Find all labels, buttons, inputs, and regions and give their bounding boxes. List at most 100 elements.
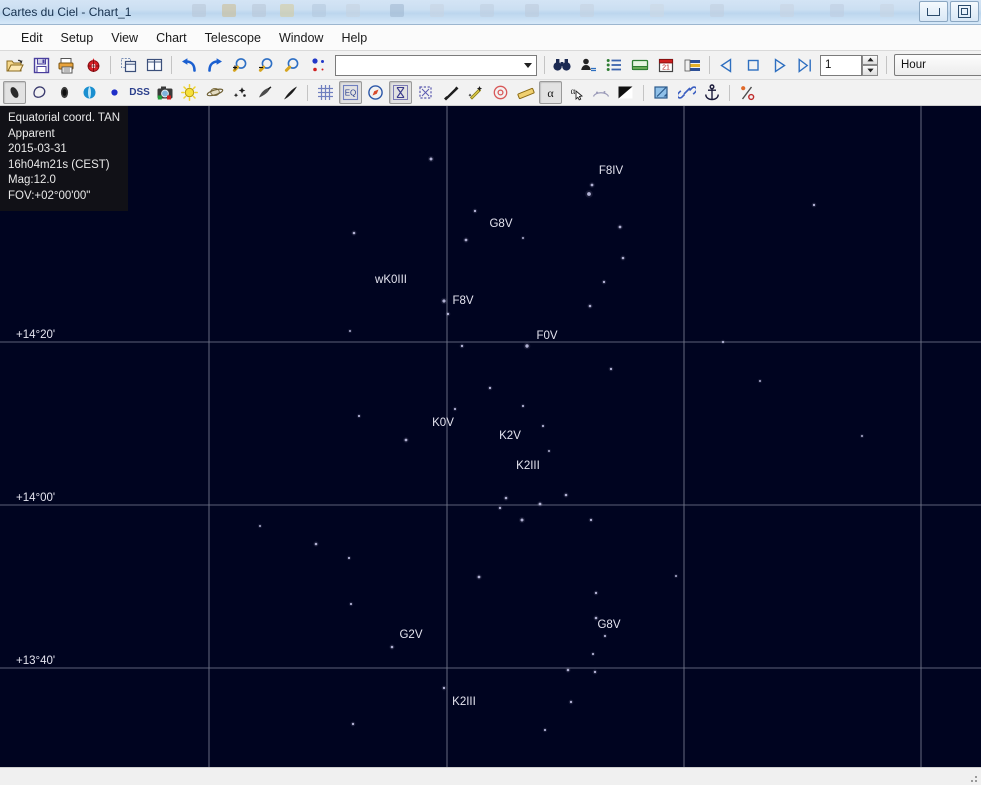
photo-overlay-button[interactable] (153, 81, 176, 104)
coord-label-button[interactable]: α (539, 81, 562, 104)
sky-chart-canvas[interactable]: +14°20'+14°00'+13°40'1h12m1h10m1h08m1h06… (0, 106, 981, 767)
sun-button[interactable] (178, 81, 201, 104)
save-chart-button[interactable] (29, 53, 53, 77)
star-dot (460, 344, 464, 348)
print-chart-button[interactable] (55, 53, 79, 77)
spinner-up-icon[interactable] (862, 54, 878, 65)
star-dot (618, 225, 622, 229)
zoom-default-button[interactable] (281, 53, 305, 77)
compass-button[interactable] (364, 81, 387, 104)
star-dot (357, 414, 361, 418)
percent-tool-button[interactable] (736, 81, 759, 104)
copy-image-button[interactable] (650, 81, 673, 104)
constellation-boundary-button[interactable] (414, 81, 437, 104)
star-label[interactable]: K2V (499, 430, 521, 442)
menu-item-edit[interactable]: Edit (12, 28, 52, 48)
spinner-down-icon[interactable] (862, 65, 878, 76)
link-chart-button[interactable] (675, 81, 698, 104)
menu-item-chart[interactable]: Chart (147, 28, 196, 48)
anchor-chart-button[interactable] (700, 81, 723, 104)
night-mode-button[interactable] (614, 81, 637, 104)
star-marker (348, 601, 354, 607)
measure-button[interactable] (514, 81, 537, 104)
saturn-button[interactable] (203, 81, 226, 104)
status-bar (0, 767, 981, 785)
star-marker (565, 667, 571, 673)
milky-way-button[interactable] (278, 81, 301, 104)
dss-image-button[interactable]: DSS (128, 81, 151, 104)
step-forward-button[interactable] (767, 53, 791, 77)
zoom-in-button[interactable] (229, 53, 253, 77)
star-label[interactable]: K2III (452, 696, 476, 708)
title-ghost-icon (346, 4, 360, 17)
time-unit-select[interactable]: Hour (894, 54, 981, 76)
star-marker (313, 541, 319, 547)
show-asteroids-button[interactable] (103, 81, 126, 104)
view-toolbar: DSS EQ α α (0, 80, 981, 106)
detail-list-button[interactable] (602, 53, 626, 77)
menu-item-setup[interactable]: Setup (52, 28, 103, 48)
show-stars-button[interactable] (3, 81, 26, 104)
show-planets-button[interactable] (78, 81, 101, 104)
equatorial-grid-button[interactable]: EQ (339, 81, 362, 104)
star-dot (566, 668, 570, 672)
star-marker (608, 366, 614, 372)
magnitude-limit-button[interactable] (307, 53, 331, 77)
star-dot (521, 404, 525, 408)
redo-button[interactable] (203, 53, 227, 77)
target-circle-button[interactable] (489, 81, 512, 104)
star-marker (389, 644, 395, 650)
tile-windows-button[interactable] (142, 53, 166, 77)
date-time-button[interactable]: 21 (654, 53, 678, 77)
undo-button[interactable] (177, 53, 201, 77)
object-list-button[interactable] (576, 53, 600, 77)
object-search-combo[interactable] (335, 54, 537, 76)
star-label[interactable]: G8V (489, 218, 512, 230)
step-back-button[interactable] (715, 53, 739, 77)
menu-item-window[interactable]: Window (270, 28, 332, 48)
star-label[interactable]: G8V (597, 619, 620, 631)
menu-item-view[interactable]: View (102, 28, 147, 48)
stop-time-button[interactable] (741, 53, 765, 77)
coord-pick-button[interactable]: α (564, 81, 587, 104)
star-label[interactable]: G2V (399, 629, 422, 641)
star-label[interactable]: K2III (516, 460, 540, 472)
horizon-view-button[interactable] (628, 53, 652, 77)
star-label[interactable]: F0V (536, 330, 557, 342)
resize-grip-icon[interactable] (966, 771, 979, 784)
star-dot (473, 209, 477, 213)
title-ghost-icon (650, 4, 664, 17)
show-galaxies-button[interactable] (53, 81, 76, 104)
svg-text:EQ: EQ (345, 89, 357, 98)
time-step-spinner[interactable] (862, 54, 878, 76)
menu-item-help[interactable]: Help (332, 28, 376, 48)
show-nebulae-button[interactable] (28, 81, 51, 104)
grid-button[interactable] (314, 81, 337, 104)
star-label[interactable]: wK0III (374, 274, 407, 286)
restore-button[interactable] (950, 1, 979, 22)
horizon-line-button[interactable] (589, 81, 612, 104)
comet-tail-button[interactable] (253, 81, 276, 104)
catalog-button[interactable] (680, 53, 704, 77)
toolbar-separator (709, 56, 710, 74)
ecliptic-button[interactable] (439, 81, 462, 104)
star-label[interactable]: K0V (432, 417, 454, 429)
new-window-button[interactable] (116, 53, 140, 77)
star-label[interactable]: F8V (452, 295, 473, 307)
setup-chart-button[interactable] (81, 53, 105, 77)
zoom-out-button[interactable] (255, 53, 279, 77)
star-label[interactable]: F8IV (599, 165, 624, 177)
star-dot (548, 450, 550, 452)
open-chart-button[interactable] (3, 53, 27, 77)
constellation-figure-button[interactable] (389, 81, 412, 104)
animate-button[interactable] (793, 53, 817, 77)
time-step-input[interactable]: 1 (820, 54, 862, 76)
title-ghost-icon (580, 4, 594, 17)
find-object-button[interactable] (550, 53, 574, 77)
title-ghost-icon (480, 4, 494, 17)
comets-button[interactable] (228, 81, 251, 104)
minimize-button[interactable] (919, 1, 948, 22)
menu-item-telescope[interactable]: Telescope (196, 28, 270, 48)
track-object-button[interactable] (464, 81, 487, 104)
star-marker (592, 669, 598, 675)
